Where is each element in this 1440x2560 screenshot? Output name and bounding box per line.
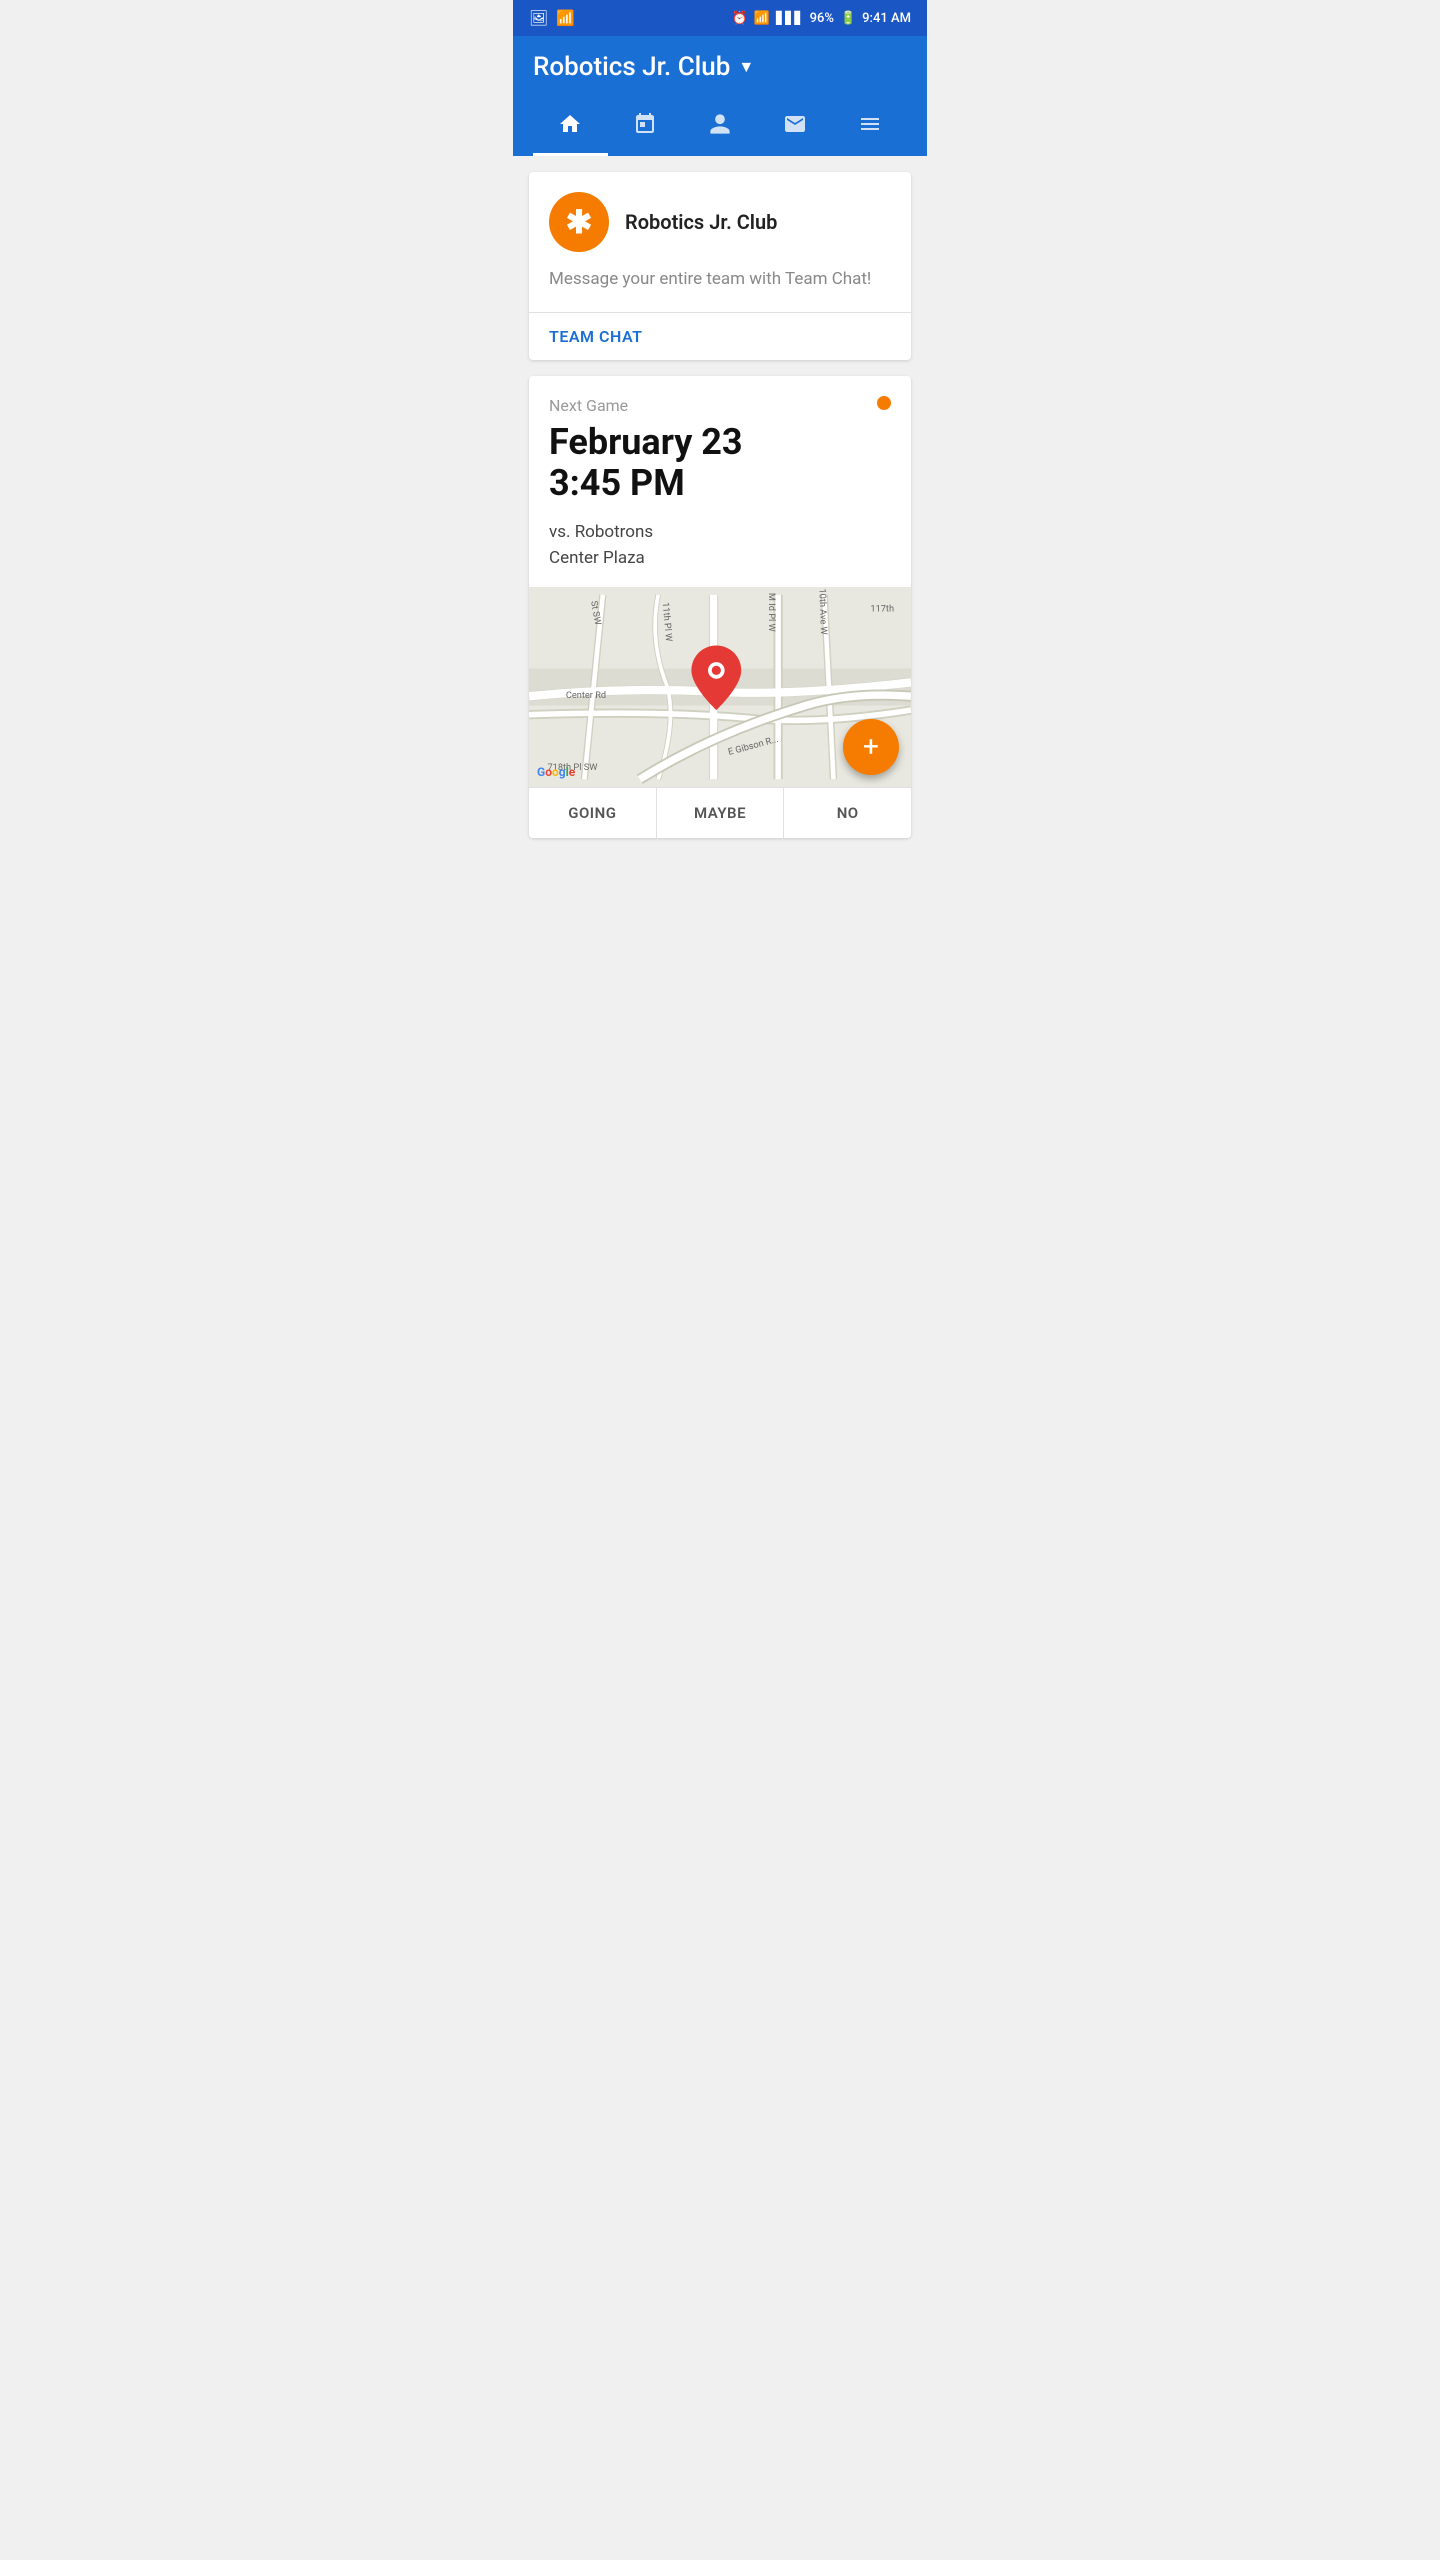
wifi-calling-icon: 📶 — [556, 9, 575, 27]
calendar-icon — [633, 112, 657, 142]
image-icon: 🖼 — [529, 9, 548, 27]
game-opponent: vs. Robotrons Center Plaza — [549, 520, 891, 571]
svg-text:117th: 117th — [870, 604, 894, 615]
next-game-card: Next Game February 23 3:45 PM vs. Robotr… — [529, 376, 911, 839]
notification-dot — [877, 396, 891, 410]
nav-item-menu[interactable] — [832, 98, 907, 156]
team-header: ✱ Robotics Jr. Club — [549, 192, 891, 252]
dropdown-arrow: ▼ — [738, 57, 754, 77]
battery-percent: 96% — [810, 11, 834, 26]
add-icon: + — [863, 733, 879, 761]
app-header: Robotics Jr. Club ▼ — [513, 36, 927, 156]
team-chat-link[interactable]: TEAM CHAT — [549, 327, 643, 346]
hamburger-icon — [858, 112, 882, 142]
google-logo: Google — [537, 765, 575, 779]
map-area[interactable]: St SW 11th Pl W M Id Pl W 10th Ave W 117… — [529, 587, 911, 787]
nav-item-calendar[interactable] — [608, 98, 683, 156]
mail-icon — [783, 112, 807, 142]
game-info: Next Game February 23 3:45 PM vs. Robotr… — [529, 376, 911, 588]
nav-item-home[interactable] — [533, 98, 608, 156]
main-content: ✱ Robotics Jr. Club Message your entire … — [513, 156, 927, 854]
person-icon — [708, 112, 732, 142]
team-chat-card-body: ✱ Robotics Jr. Club Message your entire … — [529, 172, 911, 312]
clock: 9:41 AM — [862, 11, 911, 26]
svg-text:10th Ave W: 10th Ave W — [816, 589, 829, 636]
status-bar: 🖼 📶 ⏰ 📶 ▋▋▋ 96% 🔋 9:41 AM — [513, 0, 927, 36]
alarm-icon: ⏰ — [732, 11, 748, 26]
game-date: February 23 — [549, 423, 891, 463]
bottom-action-bar: GOING MAYBE NO — [529, 787, 911, 838]
svg-text:M Id Pl W: M Id Pl W — [766, 593, 777, 632]
svg-text:Center Rd: Center Rd — [566, 690, 606, 701]
game-label: Next Game — [549, 396, 891, 415]
nav-bar — [533, 98, 907, 156]
status-bar-right: ⏰ 📶 ▋▋▋ 96% 🔋 9:41 AM — [732, 11, 911, 26]
battery-icon: 🔋 — [840, 11, 856, 26]
team-chat-action[interactable]: TEAM CHAT — [529, 313, 911, 360]
team-chat-card: ✱ Robotics Jr. Club Message your entire … — [529, 172, 911, 360]
home-icon — [558, 112, 582, 142]
going-button[interactable]: GOING — [529, 788, 657, 838]
team-logo-asterisk: ✱ — [566, 203, 593, 241]
fab-add-button[interactable]: + — [843, 719, 899, 775]
team-logo: ✱ — [549, 192, 609, 252]
status-bar-left: 🖼 📶 — [529, 9, 575, 27]
nav-item-profile[interactable] — [683, 98, 758, 156]
no-button[interactable]: NO — [784, 788, 911, 838]
wifi-icon: 📶 — [754, 11, 770, 26]
nav-item-messages[interactable] — [757, 98, 832, 156]
signal-icon: ▋▋▋ — [776, 11, 804, 25]
maybe-button[interactable]: MAYBE — [657, 788, 785, 838]
app-title: Robotics Jr. Club — [533, 52, 730, 82]
team-name: Robotics Jr. Club — [625, 210, 777, 234]
game-time: 3:45 PM — [549, 462, 891, 504]
header-title-row[interactable]: Robotics Jr. Club ▼ — [533, 52, 907, 98]
team-message: Message your entire team with Team Chat! — [549, 268, 891, 292]
